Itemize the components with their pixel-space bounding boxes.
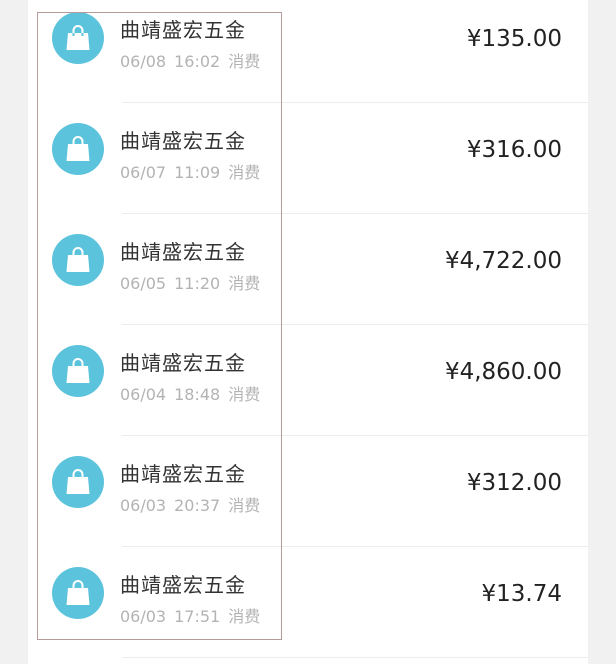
transaction-type: 消费 bbox=[228, 496, 261, 515]
transaction-date: 06/05 bbox=[120, 274, 167, 293]
transaction-amount: ¥4,722.00 bbox=[444, 248, 562, 274]
shopping-bag-icon bbox=[52, 345, 104, 397]
merchant-name: 曲靖盛宏五金 bbox=[120, 573, 246, 597]
transaction-date: 06/08 bbox=[120, 52, 167, 71]
transaction-amount: ¥312.00 bbox=[466, 470, 562, 496]
transaction-time: 17:51 bbox=[174, 607, 221, 626]
shopping-bag-icon bbox=[52, 12, 104, 64]
transaction-type: 消费 bbox=[228, 274, 261, 293]
transaction-amount: ¥316.00 bbox=[466, 137, 562, 163]
transaction-list-screen: 曲靖盛宏五金 06/08 16:02 消费 ¥135.00 曲靖盛宏五金 06/07… bbox=[0, 0, 616, 664]
transaction-date: 06/03 bbox=[120, 496, 167, 515]
transaction-time: 20:37 bbox=[174, 496, 221, 515]
transaction-date: 06/03 bbox=[120, 607, 167, 626]
transaction-type: 消费 bbox=[228, 385, 261, 404]
transaction-date: 06/04 bbox=[120, 385, 167, 404]
transaction-amount: ¥4,860.00 bbox=[444, 359, 562, 385]
transaction-row[interactable]: 曲靖盛宏五金 06/04 18:48 消费 ¥4,860.00 bbox=[28, 325, 588, 436]
transaction-time: 16:02 bbox=[174, 52, 221, 71]
transaction-meta: 06/03 20:37 消费 bbox=[120, 492, 268, 516]
transaction-type: 消费 bbox=[228, 607, 261, 626]
merchant-name: 曲靖盛宏五金 bbox=[120, 351, 246, 375]
transaction-type: 消费 bbox=[228, 52, 261, 71]
transaction-amount: ¥135.00 bbox=[466, 26, 562, 52]
transaction-row[interactable]: 曲靖盛宏五金 06/03 20:37 消费 ¥312.00 bbox=[28, 436, 588, 547]
transaction-time: 18:48 bbox=[174, 385, 221, 404]
row-divider bbox=[122, 657, 588, 658]
shopping-bag-icon bbox=[52, 567, 104, 619]
merchant-name: 曲靖盛宏五金 bbox=[120, 18, 246, 42]
transaction-meta: 06/03 17:51 消费 bbox=[120, 603, 268, 627]
transaction-row[interactable]: 曲靖盛宏五金 06/08 16:02 消费 ¥135.00 bbox=[28, 0, 588, 103]
shopping-bag-icon bbox=[52, 456, 104, 508]
merchant-name: 曲靖盛宏五金 bbox=[120, 462, 246, 486]
transaction-date: 06/07 bbox=[120, 163, 167, 182]
transaction-time: 11:20 bbox=[174, 274, 221, 293]
transaction-meta: 06/04 18:48 消费 bbox=[120, 381, 268, 405]
transaction-amount: ¥13.74 bbox=[481, 581, 562, 607]
transaction-row[interactable]: 曲靖盛宏五金 06/07 11:09 消费 ¥316.00 bbox=[28, 103, 588, 214]
transaction-type: 消费 bbox=[228, 163, 261, 182]
transaction-meta: 06/07 11:09 消费 bbox=[120, 159, 268, 183]
transaction-meta: 06/08 16:02 消费 bbox=[120, 48, 268, 72]
transaction-row[interactable]: 曲靖盛宏五金 06/03 17:51 消费 ¥13.74 bbox=[28, 547, 588, 658]
transaction-time: 11:09 bbox=[174, 163, 221, 182]
merchant-name: 曲靖盛宏五金 bbox=[120, 240, 246, 264]
transaction-meta: 06/05 11:20 消费 bbox=[120, 270, 268, 294]
shopping-bag-icon bbox=[52, 123, 104, 175]
shopping-bag-icon bbox=[52, 234, 104, 286]
transaction-row[interactable]: 曲靖盛宏五金 06/05 11:20 消费 ¥4,722.00 bbox=[28, 214, 588, 325]
merchant-name: 曲靖盛宏五金 bbox=[120, 129, 246, 153]
transaction-list: 曲靖盛宏五金 06/08 16:02 消费 ¥135.00 曲靖盛宏五金 06/07… bbox=[28, 0, 588, 664]
